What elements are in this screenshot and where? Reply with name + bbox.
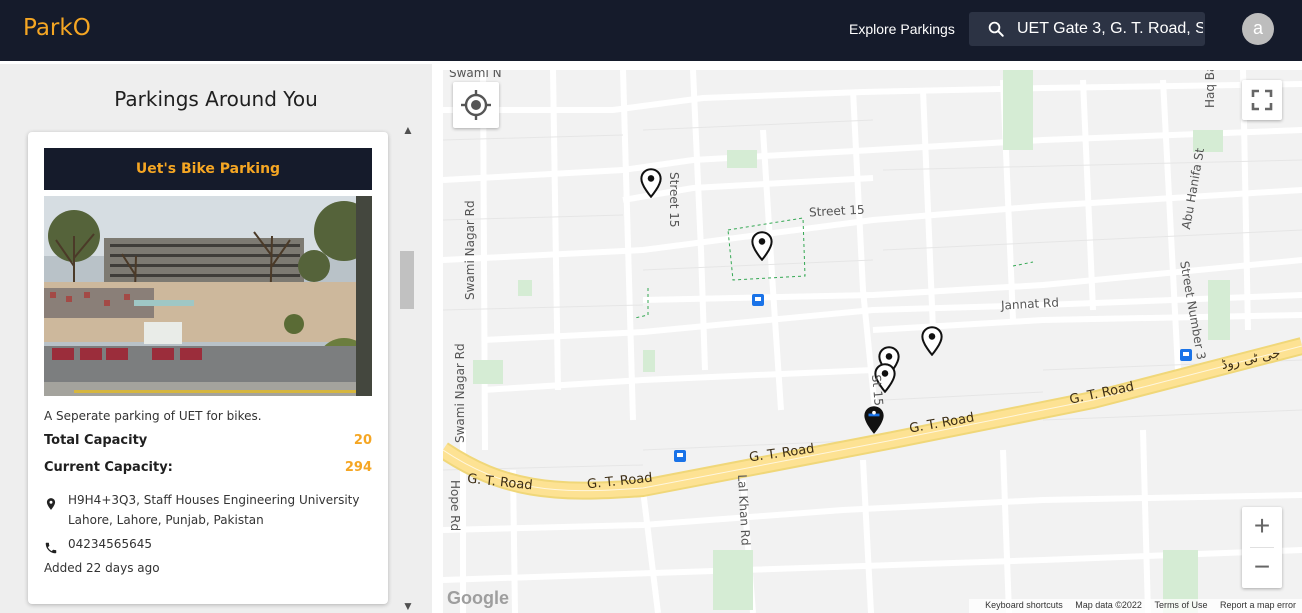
street-label: Swami N (449, 70, 502, 80)
street-label: Street 15 (808, 202, 865, 220)
map-data-text: Map data ©2022 (1075, 600, 1142, 610)
added-time: Added 22 days ago (44, 561, 160, 575)
current-location-marker-icon[interactable] (863, 404, 885, 436)
total-capacity-value: 20 (353, 433, 372, 448)
parking-name[interactable]: Uet's Bike Parking (44, 148, 372, 190)
street-label: Street 15 (667, 172, 681, 228)
parking-marker-icon[interactable] (921, 326, 943, 356)
panel-scrollbar[interactable]: ▲ ▼ (398, 121, 416, 613)
phone-icon (45, 542, 57, 554)
map-footer: Keyboard shortcuts Map data ©2022 Terms … (969, 599, 1302, 613)
search-bar[interactable] (969, 12, 1205, 46)
parkings-panel: Parkings Around You Uet's Bike Parking A… (0, 64, 432, 613)
parking-card[interactable]: Uet's Bike Parking A Seperate parking of… (28, 132, 388, 604)
report-error-link[interactable]: Report a map error (1220, 600, 1296, 610)
street-label: Haq Ba (1203, 70, 1217, 108)
total-capacity-row: Total Capacity 20 (44, 433, 372, 451)
top-app-bar: ParkO Explore Parkings a (0, 0, 1302, 61)
address-line-2: Lahore, Lahore, Punjab, Pakistan (68, 513, 264, 527)
fullscreen-icon (1251, 89, 1273, 111)
location-pin-icon (46, 498, 56, 510)
zoom-out-button[interactable]: − (1242, 548, 1282, 588)
street-label: St 15 (869, 374, 886, 407)
crosshair-icon (461, 90, 491, 120)
street-label: Swami Nagar Rd (463, 200, 477, 300)
keyboard-shortcuts-link[interactable]: Keyboard shortcuts (985, 600, 1063, 610)
my-location-button[interactable] (453, 82, 499, 128)
explore-parkings-link[interactable]: Explore Parkings (849, 21, 955, 37)
phone-number: 04234565645 (68, 537, 152, 551)
current-capacity-value: 294 (344, 460, 372, 475)
fullscreen-button[interactable] (1242, 80, 1282, 120)
parking-description: A Seperate parking of UET for bikes. (44, 409, 262, 423)
terms-link[interactable]: Terms of Use (1154, 600, 1207, 610)
parking-marker-icon[interactable] (640, 168, 662, 198)
parking-photo (44, 196, 372, 396)
brand-logo[interactable]: ParkO (23, 15, 91, 41)
google-logo: Google (447, 588, 509, 608)
zoom-controls: + − (1242, 507, 1282, 588)
panel-title: Parkings Around You (114, 87, 318, 111)
current-capacity-label: Current Capacity: (44, 460, 173, 475)
scroll-up-icon[interactable]: ▲ (402, 123, 414, 137)
street-label: Hope Rd (448, 480, 462, 532)
search-icon[interactable] (987, 20, 1005, 38)
search-input[interactable] (1017, 16, 1203, 42)
parking-marker-icon[interactable] (751, 231, 773, 261)
map-view[interactable]: Street 15 Street 15 Swami Nagar Rd Swami… (443, 70, 1302, 613)
address-line-1: H9H4+3Q3, Staff Houses Engineering Unive… (68, 493, 360, 507)
scroll-thumb[interactable] (400, 251, 414, 309)
avatar[interactable]: a (1242, 13, 1274, 45)
current-capacity-row: Current Capacity: 294 (44, 460, 372, 478)
map-base (443, 70, 1302, 613)
total-capacity-label: Total Capacity (44, 433, 148, 448)
zoom-in-button[interactable]: + (1242, 507, 1282, 547)
scroll-down-icon[interactable]: ▼ (402, 599, 414, 613)
street-label: Swami Nagar Rd (453, 343, 467, 443)
